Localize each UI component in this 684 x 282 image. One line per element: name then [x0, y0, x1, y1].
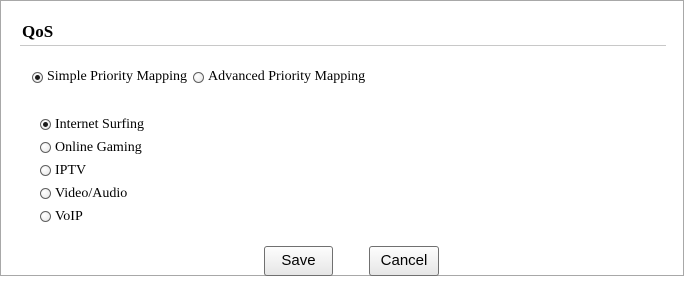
- save-button[interactable]: Save: [264, 246, 333, 276]
- cancel-button[interactable]: Cancel: [369, 246, 439, 276]
- video-audio-label[interactable]: Video/Audio: [55, 186, 127, 202]
- section-title: QoS: [22, 22, 54, 41]
- priority-profile-list: Internet Surfing Online Gaming IPTV Vide…: [40, 113, 144, 228]
- profile-option-internet-surfing[interactable]: Internet Surfing: [40, 113, 144, 136]
- online-gaming-label[interactable]: Online Gaming: [55, 140, 142, 156]
- voip-radio[interactable]: [40, 211, 51, 222]
- profile-option-iptv[interactable]: IPTV: [40, 159, 144, 182]
- profile-option-video-audio[interactable]: Video/Audio: [40, 182, 144, 205]
- iptv-radio[interactable]: [40, 165, 51, 176]
- profile-option-voip[interactable]: VoIP: [40, 205, 144, 228]
- profile-option-online-gaming[interactable]: Online Gaming: [40, 136, 144, 159]
- title-divider: [20, 45, 666, 46]
- internet-surfing-label[interactable]: Internet Surfing: [55, 117, 144, 133]
- simple-priority-mapping-radio[interactable]: [32, 71, 43, 83]
- online-gaming-radio[interactable]: [40, 142, 51, 153]
- advanced-priority-mapping-label[interactable]: Advanced Priority Mapping: [208, 69, 365, 85]
- qos-panel: QoS Simple Priority Mapping Advanced Pri…: [0, 0, 684, 276]
- video-audio-radio[interactable]: [40, 188, 51, 199]
- mapping-mode-group: Simple Priority Mapping Advanced Priorit…: [32, 69, 365, 85]
- simple-priority-mapping-label[interactable]: Simple Priority Mapping: [47, 69, 187, 85]
- advanced-priority-mapping-radio[interactable]: [193, 71, 204, 83]
- voip-label[interactable]: VoIP: [55, 209, 83, 225]
- iptv-label[interactable]: IPTV: [55, 163, 86, 179]
- internet-surfing-radio[interactable]: [40, 119, 51, 130]
